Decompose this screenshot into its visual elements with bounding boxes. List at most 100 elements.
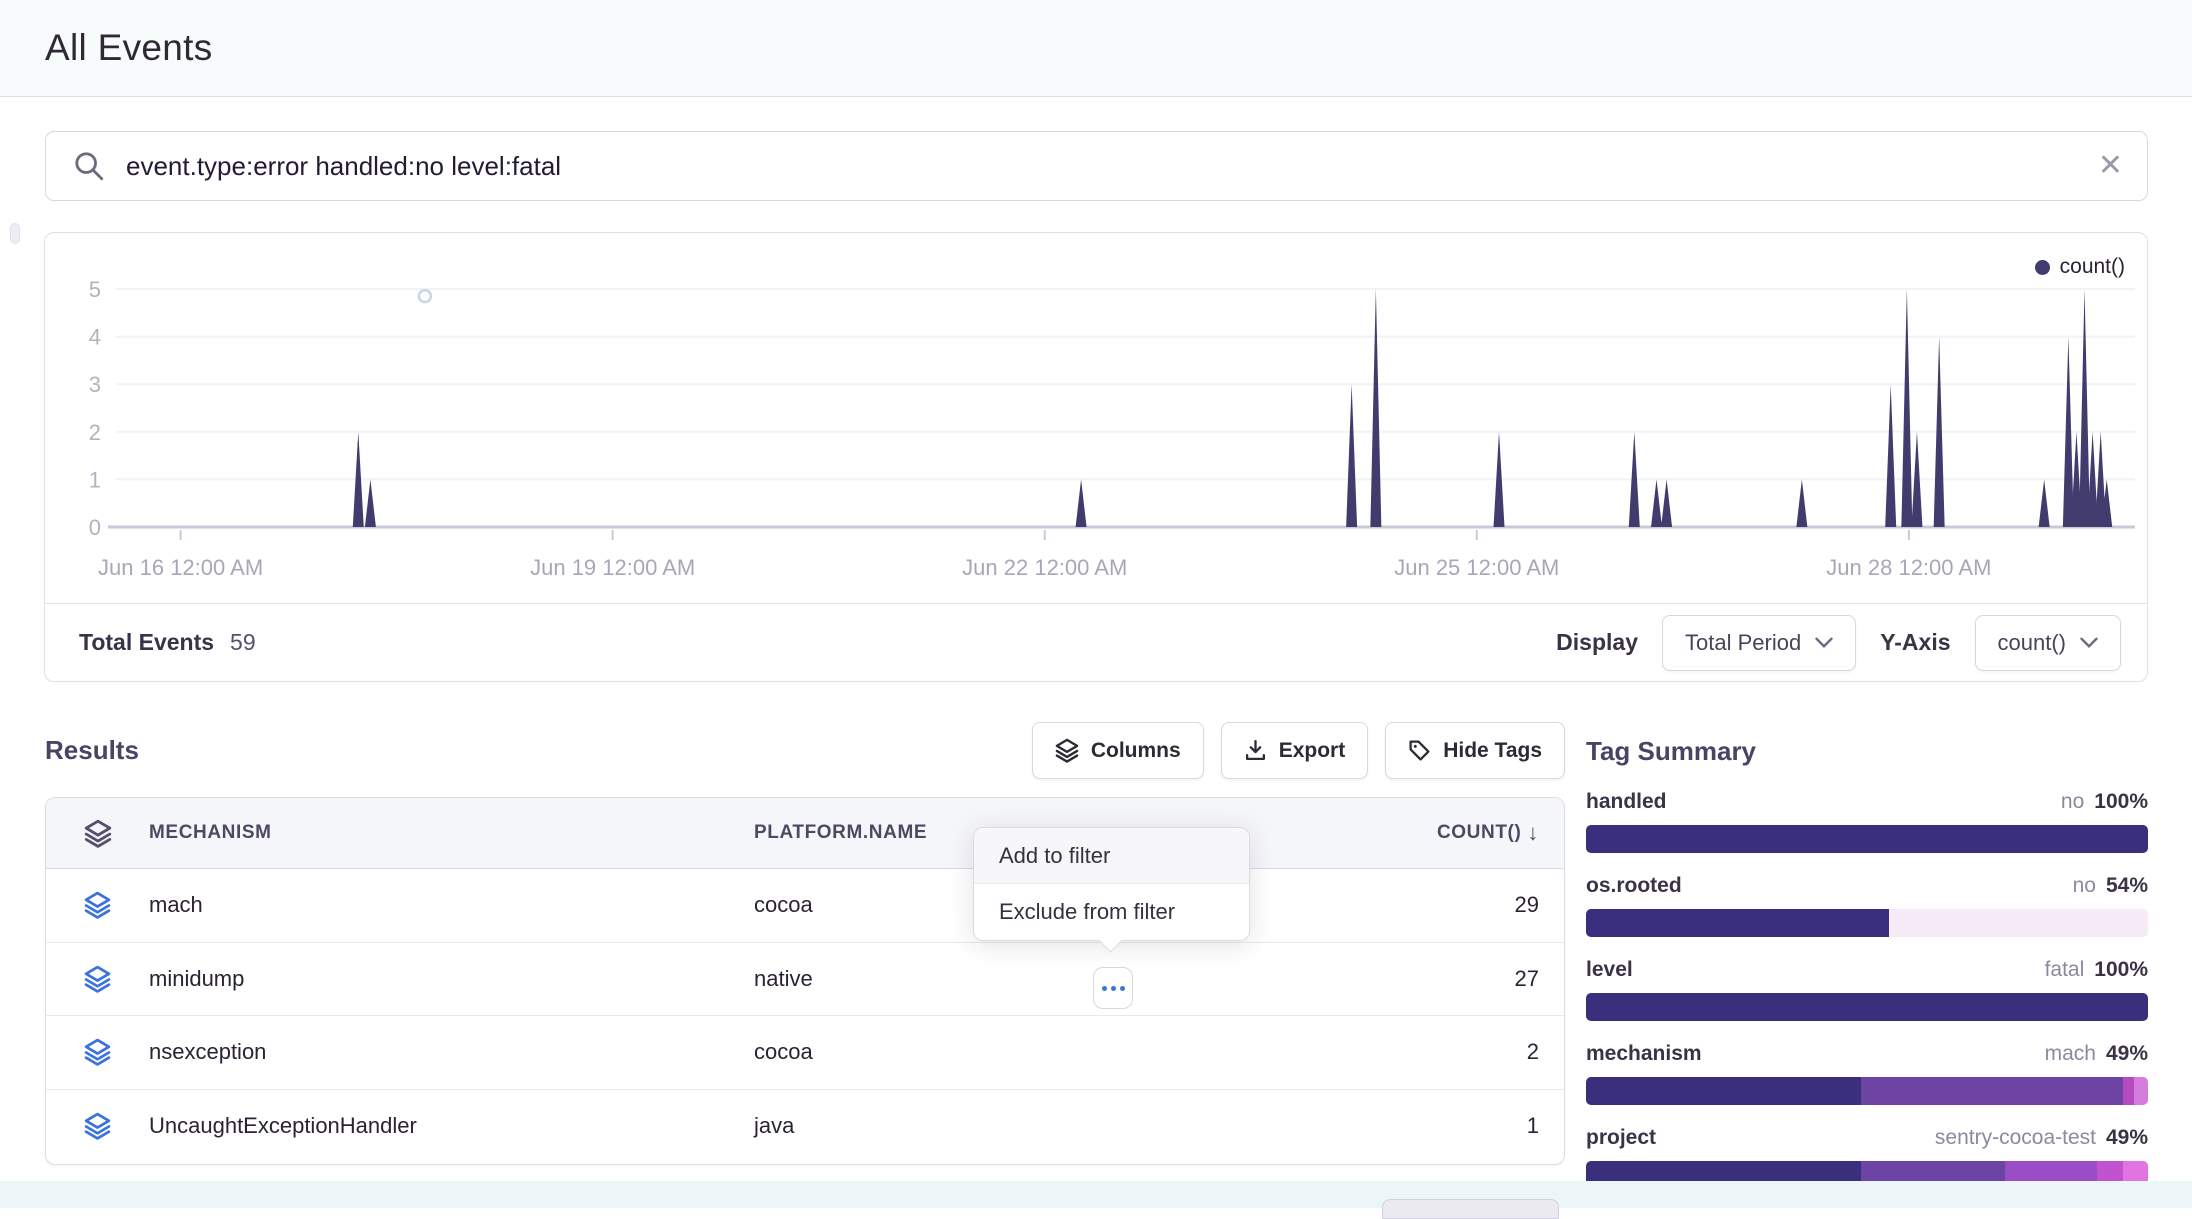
total-events-label: Total Events <box>79 629 214 656</box>
tag-percentage: 49% <box>2106 1042 2148 1066</box>
dot-icon <box>1102 986 1107 991</box>
y-axis-label: 4 <box>89 325 101 350</box>
chevron-down-icon <box>2080 637 2098 648</box>
chart-footer: Total Events 59 Display Total Period Y-A… <box>45 603 2147 681</box>
x-axis-label: Jun 25 12:00 AM <box>1394 555 1559 580</box>
cell-platform[interactable]: native <box>754 966 1364 992</box>
tag-distribution-bar[interactable] <box>1586 1077 2148 1105</box>
hide-tags-button-label: Hide Tags <box>1443 739 1542 763</box>
table-row[interactable]: minidump native 27 <box>46 943 1564 1017</box>
page-bottom-band <box>0 1181 2192 1208</box>
x-axis-label: Jun 19 12:00 AM <box>530 555 695 580</box>
tag-icon <box>1408 739 1431 762</box>
layers-icon <box>84 965 111 993</box>
chart-legend: count() <box>2035 255 2125 279</box>
pagination-button-partial[interactable] <box>1382 1199 1559 1219</box>
export-button-label: Export <box>1279 739 1346 763</box>
search-input[interactable] <box>126 151 2098 182</box>
display-dropdown[interactable]: Total Period <box>1662 615 1856 671</box>
tag-bar-segment <box>2123 1077 2134 1105</box>
stack-icon <box>84 819 112 848</box>
table-row[interactable]: mach cocoa 29 <box>46 869 1564 943</box>
all-events-page: All Events ✕ 012345Jun 16 12:00 AMJun 19… <box>0 0 2192 1208</box>
data-spike <box>1651 479 1662 527</box>
tag-distribution-bar[interactable] <box>1586 825 2148 853</box>
cell-platform[interactable]: java <box>754 1113 1364 1139</box>
yaxis-label: Y-Axis <box>1880 629 1950 656</box>
y-axis-label: 5 <box>89 277 101 302</box>
hide-tags-button[interactable]: Hide Tags <box>1385 722 1565 779</box>
stack-icon <box>1055 738 1079 763</box>
sort-desc-icon: ↓ <box>1527 820 1539 846</box>
tag-row-handled: handled no 100% <box>1586 790 2148 853</box>
tag-bar-segment <box>1889 909 2148 937</box>
tag-top-value: sentry-cocoa-test <box>1935 1126 2096 1150</box>
tag-top-value: fatal <box>2045 958 2085 982</box>
layers-icon <box>84 891 111 919</box>
tag-bar-segment <box>1586 993 2148 1021</box>
results-table: MECHANISM PLATFORM.NAME COUNT() ↓ mach c… <box>45 797 1565 1165</box>
tag-bar-segment <box>1586 825 2148 853</box>
x-axis-label: Jun 22 12:00 AM <box>962 555 1127 580</box>
total-events-value: 59 <box>230 629 256 656</box>
data-spike <box>2039 479 2050 527</box>
tag-bar-segment <box>2134 1077 2148 1105</box>
table-row[interactable]: UncaughtExceptionHandler java 1 <box>46 1090 1564 1164</box>
tag-top-value: mach <box>2045 1042 2096 1066</box>
cell-mechanism[interactable]: mach <box>149 892 754 918</box>
cell-count: 1 <box>1364 1113 1564 1139</box>
tag-summary-heading: Tag Summary <box>1586 736 1756 767</box>
tag-name[interactable]: os.rooted <box>1586 874 1682 898</box>
search-bar[interactable]: ✕ <box>45 131 2148 201</box>
tag-percentage: 54% <box>2106 874 2148 898</box>
display-label: Display <box>1556 629 1638 656</box>
table-row[interactable]: nsexception cocoa 2 <box>46 1016 1564 1090</box>
page-title: All Events <box>45 27 213 69</box>
download-icon <box>1244 739 1267 762</box>
stack-column-icon[interactable] <box>46 819 149 848</box>
cell-platform[interactable]: cocoa <box>754 1039 1364 1065</box>
export-button[interactable]: Export <box>1221 722 1369 779</box>
column-header-count[interactable]: COUNT() ↓ <box>1364 820 1564 846</box>
column-header-mechanism[interactable]: MECHANISM <box>149 822 754 844</box>
tag-name[interactable]: mechanism <box>1586 1042 1702 1066</box>
display-dropdown-value: Total Period <box>1685 630 1801 656</box>
tag-name[interactable]: project <box>1586 1126 1656 1150</box>
chart-marker <box>419 290 431 302</box>
tag-bar-segment <box>1586 909 1889 937</box>
close-icon[interactable]: ✕ <box>2098 151 2123 181</box>
page-header: All Events <box>0 0 2192 97</box>
data-spike <box>365 479 376 527</box>
events-chart[interactable]: 012345Jun 16 12:00 AMJun 19 12:00 AMJun … <box>45 233 2146 603</box>
tag-distribution-bar[interactable] <box>1586 909 2148 937</box>
cell-mechanism[interactable]: nsexception <box>149 1039 754 1065</box>
cell-mechanism[interactable]: UncaughtExceptionHandler <box>149 1113 754 1139</box>
menu-item-add-to-filter[interactable]: Add to filter <box>974 828 1249 884</box>
data-spike <box>1346 384 1357 527</box>
cell-mechanism[interactable]: minidump <box>149 966 754 992</box>
tag-row-project: project sentry-cocoa-test 49% <box>1586 1126 2148 1189</box>
dot-icon <box>1111 986 1116 991</box>
tag-distribution-bar[interactable] <box>1586 993 2148 1021</box>
yaxis-dropdown[interactable]: count() <box>1975 615 2121 671</box>
legend-label: count() <box>2060 255 2125 279</box>
yaxis-dropdown-value: count() <box>1998 630 2066 656</box>
tag-top-value: no <box>2073 874 2096 898</box>
tag-name[interactable]: handled <box>1586 790 1667 814</box>
tag-name[interactable]: level <box>1586 958 1633 982</box>
count-header-label: COUNT() <box>1437 822 1521 844</box>
layers-icon <box>84 1038 111 1066</box>
layers-icon <box>84 1112 111 1140</box>
data-spike <box>1076 479 1087 527</box>
cell-actions-button[interactable] <box>1093 967 1133 1009</box>
data-spike <box>1370 289 1381 527</box>
data-spike <box>1661 479 1672 527</box>
x-axis-label: Jun 28 12:00 AM <box>1826 555 1991 580</box>
data-spike <box>2079 289 2090 527</box>
cell-count: 2 <box>1364 1039 1564 1065</box>
columns-button[interactable]: Columns <box>1032 722 1204 779</box>
results-toolbar: Columns Export Hide Tags <box>45 722 1565 779</box>
tag-bar-segment <box>1861 1077 2122 1105</box>
scroll-handle <box>10 223 20 244</box>
cell-count: 27 <box>1364 966 1564 992</box>
